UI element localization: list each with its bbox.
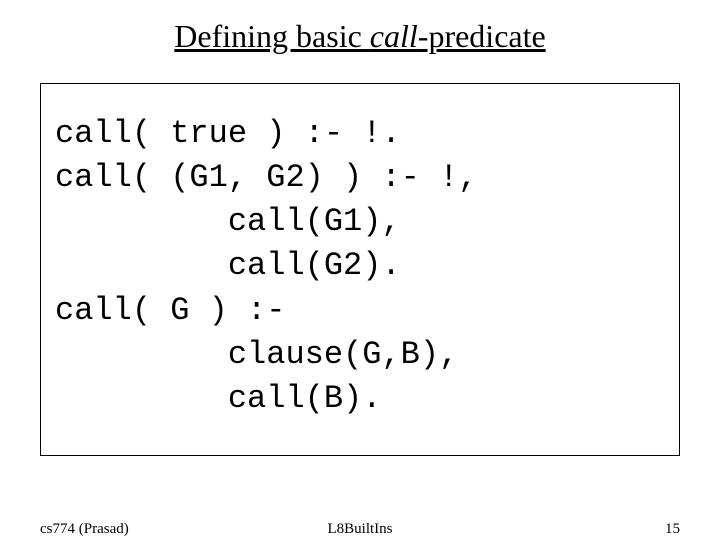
code-line-3: call(G1), (55, 203, 401, 240)
slide-title: Defining basic call-predicate (0, 18, 720, 55)
title-prefix: Defining basic (174, 18, 370, 54)
slide-number: 15 (665, 521, 680, 538)
code-line-4: call(G2). (55, 247, 401, 284)
code-line-7: call(B). (55, 380, 381, 417)
code-line-1: call( true ) :- !. (55, 115, 401, 152)
code-line-6: clause(G,B), (55, 336, 458, 373)
footer-left: cs774 (Prasad) (40, 521, 129, 538)
footer: cs774 (Prasad) L8BuiltIns 15 (0, 521, 720, 538)
code-line-2: call( (G1, G2) ) :- !, (55, 159, 477, 196)
code-line-5: call( G ) :- (55, 292, 285, 329)
title-suffix: -predicate (418, 18, 546, 54)
title-italic: call (370, 18, 418, 54)
code-block: call( true ) :- !. call( (G1, G2) ) :- !… (40, 83, 680, 456)
